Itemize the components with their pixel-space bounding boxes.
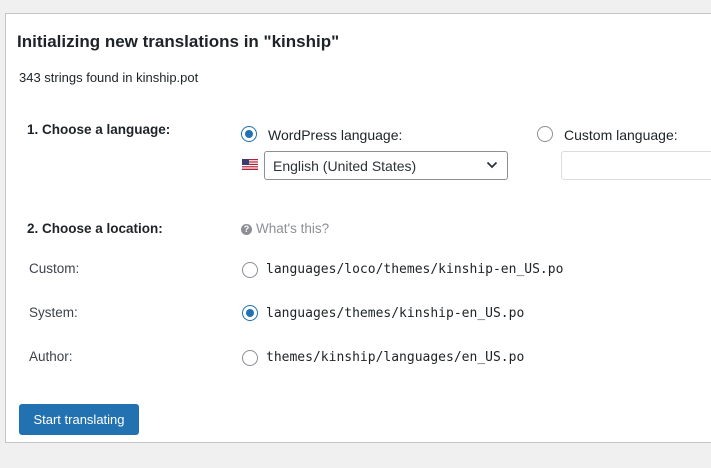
location-custom-path: languages/loco/themes/kinship-en_US.po (266, 262, 564, 277)
location-option-label: Custom: (29, 261, 80, 276)
language-heading: 1. Choose a language: (27, 122, 171, 137)
page-title: Initializing new translations in "kinshi… (17, 32, 340, 51)
whats-this-help[interactable]: ? What's this? (241, 221, 329, 236)
start-translating-button[interactable]: Start translating (19, 404, 139, 435)
location-option-label: Author: (29, 349, 73, 364)
question-icon: ? (241, 224, 252, 235)
help-link-text: What's this? (256, 221, 330, 236)
custom-language-radio[interactable] (537, 126, 553, 142)
translation-init-panel: Initializing new translations in "kinshi… (5, 13, 711, 443)
location-option-label: System: (29, 305, 78, 320)
location-system-radio[interactable] (242, 305, 258, 321)
wordpress-language-label: WordPress language: (268, 127, 403, 143)
location-author-path: themes/kinship/languages/en_US.po (266, 350, 525, 365)
custom-language-label: Custom language: (564, 127, 678, 143)
location-system-path: languages/themes/kinship-en_US.po (266, 306, 525, 321)
location-author-radio[interactable] (242, 350, 258, 366)
custom-language-input[interactable] (561, 151, 711, 180)
wordpress-language-radio[interactable] (241, 126, 257, 142)
selected-language: English (United States) (273, 158, 417, 174)
wordpress-language-select[interactable]: English (United States) (264, 151, 508, 180)
location-heading: 2. Choose a location: (27, 221, 163, 236)
strings-summary: 343 strings found in kinship.pot (19, 70, 199, 85)
chevron-down-icon (486, 161, 498, 169)
location-custom-radio[interactable] (242, 262, 258, 278)
us-flag-icon (242, 159, 258, 170)
